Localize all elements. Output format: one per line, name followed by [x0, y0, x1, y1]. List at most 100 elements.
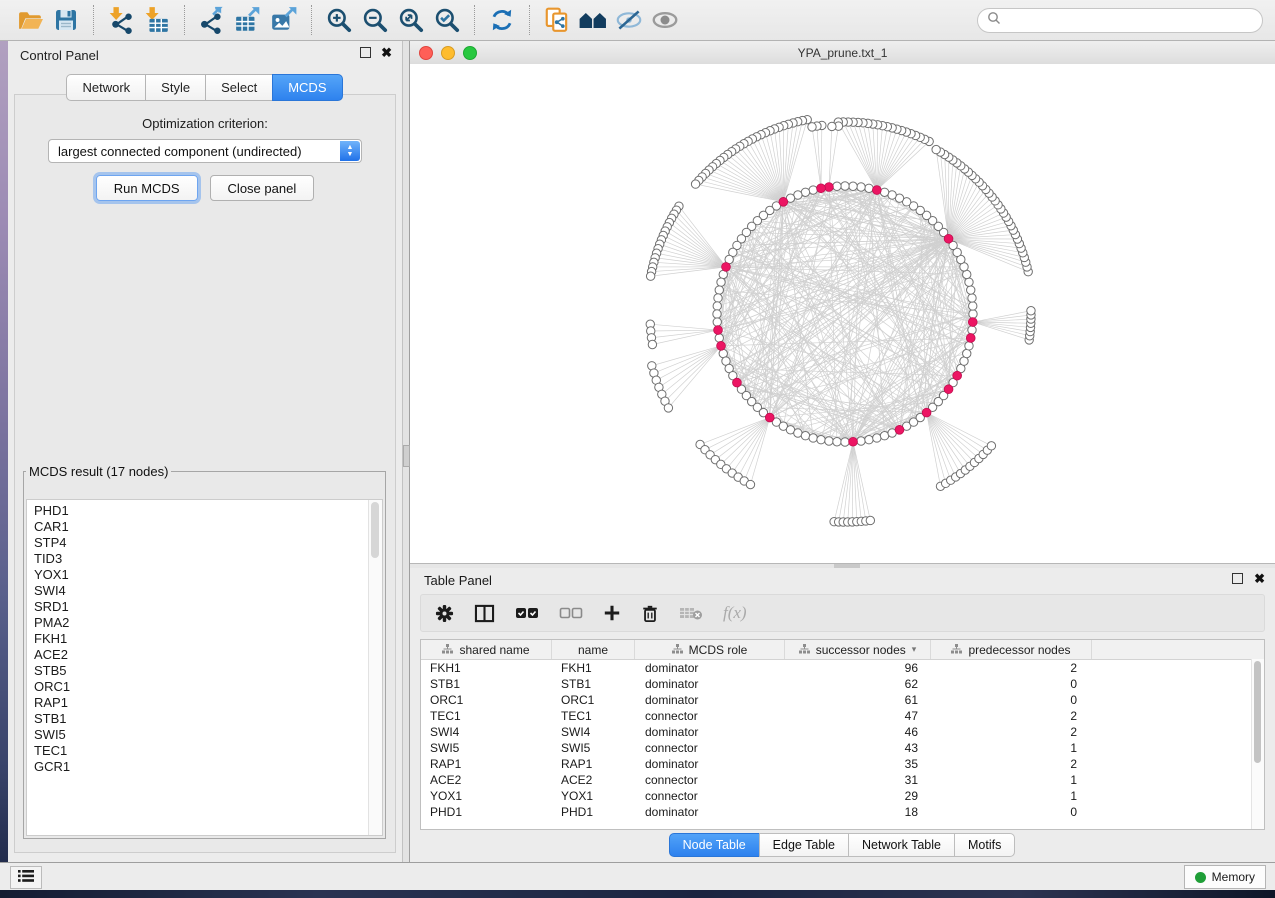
- task-history-button[interactable]: [10, 866, 42, 889]
- tab-select[interactable]: Select: [205, 74, 273, 101]
- table-row[interactable]: ACE2ACE2connector311: [421, 772, 1264, 788]
- tab-edge-table[interactable]: Edge Table: [759, 833, 849, 857]
- mcds-result-item[interactable]: STP4: [27, 535, 382, 551]
- table-row[interactable]: FKH1FKH1dominator962: [421, 660, 1264, 676]
- mcds-scrollbar-thumb[interactable]: [371, 502, 379, 558]
- import-network-button[interactable]: [103, 3, 139, 37]
- zoom-in-button[interactable]: [321, 3, 357, 37]
- column-header-shared-name[interactable]: shared name: [421, 640, 552, 659]
- mcds-result-item[interactable]: PMA2: [27, 615, 382, 631]
- export-table-button[interactable]: [230, 3, 266, 37]
- copy-network-button[interactable]: [539, 3, 575, 37]
- table-row[interactable]: SWI4SWI4dominator462: [421, 724, 1264, 740]
- float-table-panel-icon[interactable]: [1232, 573, 1243, 584]
- column-header-name[interactable]: name: [552, 640, 635, 659]
- mcds-result-item[interactable]: YOX1: [27, 567, 382, 583]
- column-layout-icon[interactable]: [474, 604, 495, 623]
- toolbar-separator: [529, 5, 530, 35]
- table-row[interactable]: RAP1RAP1dominator352: [421, 756, 1264, 772]
- import-table-icon: [143, 6, 171, 34]
- mcds-result-item[interactable]: FKH1: [27, 631, 382, 647]
- vertical-splitter[interactable]: [402, 41, 410, 862]
- network-window-titlebar[interactable]: YPA_prune.txt_1: [410, 41, 1275, 65]
- save-floppy-icon: [53, 7, 79, 33]
- first-neighbors-button[interactable]: [575, 3, 611, 37]
- mcds-result-item[interactable]: CAR1: [27, 519, 382, 535]
- add-column-icon[interactable]: [603, 604, 621, 622]
- mcds-result-item[interactable]: STB1: [27, 711, 382, 727]
- mcds-result-item[interactable]: RAP1: [27, 695, 382, 711]
- table-row[interactable]: YOX1YOX1connector291: [421, 788, 1264, 804]
- tab-network-table[interactable]: Network Table: [848, 833, 955, 857]
- mcds-result-item[interactable]: SRD1: [27, 599, 382, 615]
- control-panel-title: Control Panel: [20, 48, 99, 63]
- mcds-result-list[interactable]: PHD1CAR1STP4TID3YOX1SWI4SRD1PMA2FKH1ACE2…: [26, 499, 383, 836]
- zoom-selected-button[interactable]: [429, 3, 465, 37]
- mcds-result-item[interactable]: ORC1: [27, 679, 382, 695]
- export-image-icon: [270, 6, 298, 34]
- import-table-button[interactable]: [139, 3, 175, 37]
- refresh-view-button[interactable]: [484, 3, 520, 37]
- eye-slash-icon: [614, 6, 644, 34]
- task-list-icon: [18, 869, 34, 887]
- close-panel-button[interactable]: Close panel: [210, 175, 315, 201]
- table-scrollbar-thumb[interactable]: [1254, 661, 1261, 763]
- open-session-button[interactable]: [12, 3, 48, 37]
- mcds-result-item[interactable]: ACE2: [27, 647, 382, 663]
- mcds-result-item[interactable]: TID3: [27, 551, 382, 567]
- optimization-criterion-select[interactable]: largest connected component (undirected)…: [48, 139, 362, 163]
- select-stepper-icon: ▲▼: [340, 141, 360, 161]
- control-panel-titlebar: Control Panel ✖: [8, 41, 402, 67]
- table-row[interactable]: SWI5SWI5connector431: [421, 740, 1264, 756]
- delete-column-icon[interactable]: [641, 604, 659, 623]
- tab-motifs[interactable]: Motifs: [954, 833, 1015, 857]
- tab-node-table[interactable]: Node Table: [669, 833, 760, 857]
- search-box[interactable]: [977, 8, 1263, 33]
- column-header-predecessor-nodes[interactable]: predecessor nodes: [931, 640, 1092, 659]
- search-input[interactable]: [1006, 12, 1253, 28]
- tab-style[interactable]: Style: [145, 74, 206, 101]
- status-bar: Memory: [0, 862, 1275, 890]
- select-all-icon[interactable]: [515, 606, 539, 620]
- toolbar-separator: [311, 5, 312, 35]
- close-table-panel-icon[interactable]: ✖: [1254, 573, 1265, 584]
- control-panel: Control Panel ✖ NetworkStyleSelectMCDS O…: [8, 41, 402, 862]
- control-panel-tabs: NetworkStyleSelectMCDS: [8, 74, 402, 101]
- settings-gear-icon[interactable]: [435, 604, 454, 623]
- network-canvas[interactable]: [410, 64, 1275, 563]
- mcds-result-item[interactable]: SWI5: [27, 727, 382, 743]
- tab-network[interactable]: Network: [66, 74, 146, 101]
- mcds-result-item[interactable]: GCR1: [27, 759, 382, 775]
- export-network-button[interactable]: [194, 3, 230, 37]
- memory-button-label: Memory: [1212, 870, 1255, 884]
- float-panel-icon[interactable]: [360, 47, 371, 58]
- export-image-button[interactable]: [266, 3, 302, 37]
- table-scrollbar[interactable]: [1251, 659, 1264, 829]
- table-row[interactable]: ORC1ORC1dominator610: [421, 692, 1264, 708]
- vertical-splitter-handle[interactable]: [403, 445, 410, 467]
- function-builder-icon: f(x): [723, 603, 747, 623]
- close-panel-icon[interactable]: ✖: [381, 47, 392, 58]
- tab-mcds[interactable]: MCDS: [272, 74, 342, 101]
- show-all-button[interactable]: [647, 3, 683, 37]
- table-row[interactable]: PHD1PHD1dominator180: [421, 804, 1264, 820]
- delete-table-icon: [679, 605, 703, 621]
- mcds-result-item[interactable]: PHD1: [27, 503, 382, 519]
- run-mcds-button[interactable]: Run MCDS: [96, 175, 198, 201]
- zoom-out-button[interactable]: [357, 3, 393, 37]
- hide-selected-button[interactable]: [611, 3, 647, 37]
- mcds-list-scrollbar[interactable]: [368, 500, 382, 835]
- memory-button[interactable]: Memory: [1184, 865, 1266, 889]
- save-session-button[interactable]: [48, 3, 84, 37]
- deselect-all-icon[interactable]: [559, 606, 583, 620]
- mcds-result-item[interactable]: TEC1: [27, 743, 382, 759]
- zoom-fit-button[interactable]: [393, 3, 429, 37]
- mcds-result-item[interactable]: SWI4: [27, 583, 382, 599]
- sort-indicator-icon: ▾: [912, 644, 917, 655]
- column-header-successor-nodes[interactable]: successor nodes▾: [785, 640, 931, 659]
- column-header-mcds-role[interactable]: MCDS role: [635, 640, 785, 659]
- optimization-criterion-value: largest connected component (undirected): [49, 144, 361, 159]
- mcds-result-item[interactable]: STB5: [27, 663, 382, 679]
- table-row[interactable]: TEC1TEC1connector472: [421, 708, 1264, 724]
- table-row[interactable]: STB1STB1dominator620: [421, 676, 1264, 692]
